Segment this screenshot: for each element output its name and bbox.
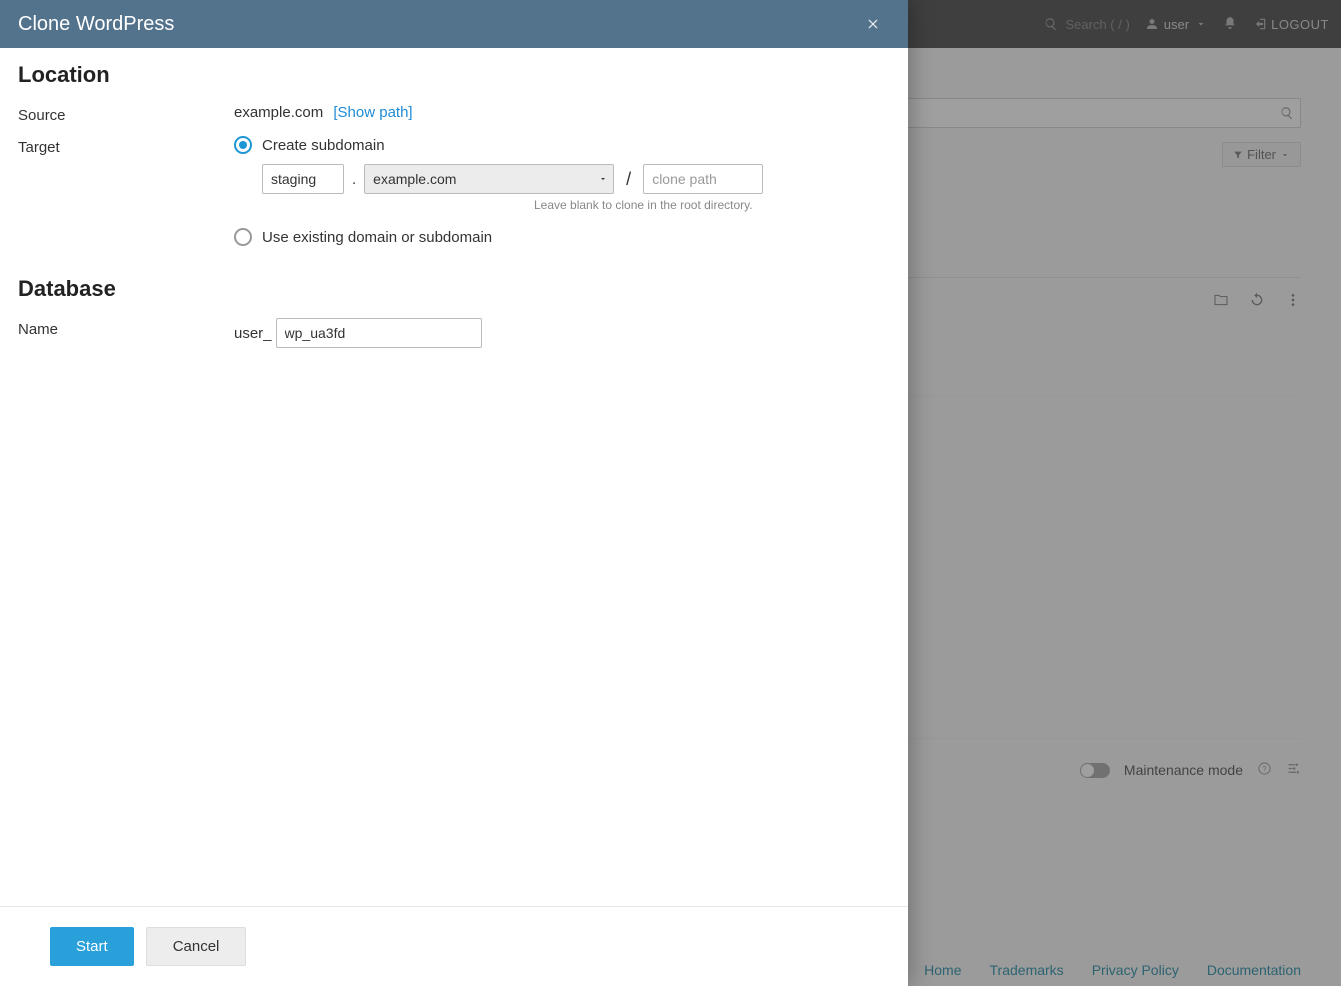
radio-create-subdomain[interactable]	[234, 136, 252, 154]
close-icon	[866, 17, 880, 31]
show-path-link[interactable]: [Show path]	[333, 104, 412, 121]
modal-header: Clone WordPress	[0, 0, 908, 48]
db-name-input[interactable]	[276, 318, 482, 348]
modal-footer: Start Cancel	[0, 906, 908, 986]
source-row: Source example.com [Show path]	[18, 98, 890, 130]
source-value: example.com	[234, 104, 323, 121]
modal-title: Clone WordPress	[18, 13, 174, 36]
domain-selected: example.com	[373, 171, 456, 187]
cancel-button[interactable]: Cancel	[146, 927, 247, 966]
clone-path-input[interactable]	[643, 164, 763, 194]
modal-body: Location Source example.com [Show path] …	[0, 48, 908, 906]
path-separator: /	[622, 169, 635, 190]
start-button[interactable]: Start	[50, 927, 134, 966]
chevron-down-icon	[599, 175, 607, 183]
db-prefix: user_	[234, 325, 272, 342]
create-subdomain-option[interactable]: Create subdomain	[234, 136, 890, 154]
target-row: Target Create subdomain . example.com /	[18, 130, 890, 262]
db-name-row: Name user_	[18, 312, 890, 354]
clone-wordpress-modal: Clone WordPress Location Source example.…	[0, 0, 908, 986]
create-subdomain-label: Create subdomain	[262, 137, 385, 154]
use-existing-label: Use existing domain or subdomain	[262, 229, 492, 246]
use-existing-option[interactable]: Use existing domain or subdomain	[234, 228, 890, 246]
subdomain-input[interactable]	[262, 164, 344, 194]
domain-select[interactable]: example.com	[364, 164, 614, 194]
clone-path-hint: Leave blank to clone in the root directo…	[534, 198, 890, 212]
close-button[interactable]	[856, 7, 890, 41]
db-name-label: Name	[18, 318, 234, 338]
subdomain-inputs: . example.com /	[262, 164, 890, 194]
dot-separator: .	[352, 171, 356, 188]
source-label: Source	[18, 104, 234, 124]
target-label: Target	[18, 136, 234, 156]
database-heading: Database	[18, 276, 890, 302]
location-heading: Location	[18, 62, 890, 88]
radio-use-existing[interactable]	[234, 228, 252, 246]
